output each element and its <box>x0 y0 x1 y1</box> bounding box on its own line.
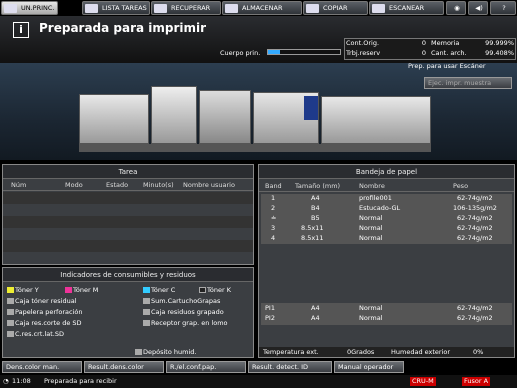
sd-side-trim: C.res.crt.lat.SD <box>7 330 64 338</box>
tray-row[interactable]: 2 B4 Estucado-GL 106-135g/m2 <box>261 204 512 213</box>
tray-row[interactable]: PI1 A4 Normal 62-74g/m2 <box>261 304 512 313</box>
tab-un-princ[interactable]: UN.PRINC. <box>1 1 58 15</box>
manual-button[interactable]: Manual operador <box>334 361 404 373</box>
tab-recuperar[interactable]: RECUPERAR <box>151 1 221 15</box>
toner-c: Tóner C <box>143 286 175 294</box>
humid-tank: Depósito humid. <box>135 348 196 356</box>
copy-icon <box>306 3 319 13</box>
tray-rows: 1 A4 profile001 62-74g/m2 2 B4 Estucado-GL 106… <box>261 194 512 244</box>
paper-tray-panel: Bandeja de papel Band Tamaño (mm) Nombre… <box>258 164 515 358</box>
toner-y: Tóner Y <box>7 286 39 294</box>
sample-print-button[interactable]: Ejec. impr. muestra <box>424 77 512 89</box>
tab-escanear[interactable]: ESCANEAR <box>369 1 444 15</box>
home-icon <box>4 3 17 13</box>
consumables-panel: Indicadores de consumibles y residuos Tó… <box>2 267 254 358</box>
tray-row[interactable]: 4 8.5x11 Normal 62-74g/m2 <box>261 234 512 243</box>
counter-orig: Cont.Orig. 0 <box>346 39 426 47</box>
waste-toner: Caja tóner residual <box>7 297 77 305</box>
body-label: Cuerpo prin. <box>220 49 261 57</box>
toner-m: Tóner M <box>65 286 98 294</box>
memory-value: Memoria 99.999% <box>431 39 514 47</box>
job-list-icon <box>85 3 98 13</box>
tab-lista-tareas[interactable]: LISTA TAREAS <box>82 1 150 15</box>
consumables-title: Indicadores de consumibles y residuos <box>3 268 253 282</box>
punch-bin: Papelera perforación <box>7 308 82 316</box>
staple-cartridge: Sum.CartuchoGrapas <box>143 297 220 305</box>
tab-almacenar[interactable]: ALMACENAR <box>222 1 302 15</box>
env-bar: Temperatura ext. 0Grados Humedad exterior… <box>259 347 514 357</box>
printer-illustration <box>79 86 431 152</box>
tab-copiar[interactable]: COPIAR <box>303 1 368 15</box>
density-result-button[interactable]: Result.dens.color <box>84 361 164 373</box>
pi-rows: PI1 A4 Normal 62-74g/m2 PI2 A4 Normal 62-74g/m… <box>261 303 512 325</box>
tray-row[interactable]: ≐ B5 Normal 62-74g/m2 <box>261 214 512 223</box>
info-icon: i <box>13 22 29 38</box>
footer: ◔ 11:08 Preparada para recibir CRU-M Fus… <box>0 375 517 388</box>
paper-setting-button[interactable]: R./el.conf.pap. <box>166 361 246 373</box>
files-value: Cant. arch. 99.408% <box>431 49 514 57</box>
tray-row[interactable]: PI2 A4 Normal 62-74g/m2 <box>261 314 512 323</box>
staple-waste: Caja residuos grapado <box>143 308 224 316</box>
globe-button[interactable]: ◉ <box>446 1 466 15</box>
counter-reserv: Trbj.reserv 0 <box>346 49 426 57</box>
body-indicator <box>267 49 341 55</box>
job-table-header: Núm Modo Estado Minuto(s) Nombre usuario <box>3 181 253 191</box>
tray-table-header: Band Tamaño (mm) Nombre Peso <box>259 182 514 192</box>
tray-row[interactable]: 3 8.5x11 Normal 62-74g/m2 <box>261 224 512 233</box>
tray-panel-title: Bandeja de papel <box>259 165 514 179</box>
tray-row[interactable]: 1 A4 profile001 62-74g/m2 <box>261 194 512 203</box>
spine-staple: Receptor grap. en lomo <box>143 319 228 327</box>
toner-k: Tóner K <box>199 286 231 294</box>
recall-icon <box>154 3 167 13</box>
store-icon <box>225 3 238 13</box>
scan-icon <box>372 3 385 13</box>
page-title: Preparada para imprimir <box>39 21 207 35</box>
job-panel-title: Tarea <box>3 165 253 179</box>
sd-trim-box: Caja res.corte de SD <box>7 319 82 327</box>
clock-icon: ◔ <box>3 377 9 385</box>
job-panel: Tarea Núm Modo Estado Minuto(s) Nombre u… <box>2 164 254 265</box>
volume-button[interactable]: ◀) <box>468 1 488 15</box>
id-detect-button[interactable]: Result. detect. ID <box>248 361 332 373</box>
color-density-button[interactable]: Dens.color man. <box>2 361 82 373</box>
scan-ready-text: Prep. para usar Escáner <box>408 62 486 70</box>
help-button[interactable]: ? <box>490 1 516 15</box>
